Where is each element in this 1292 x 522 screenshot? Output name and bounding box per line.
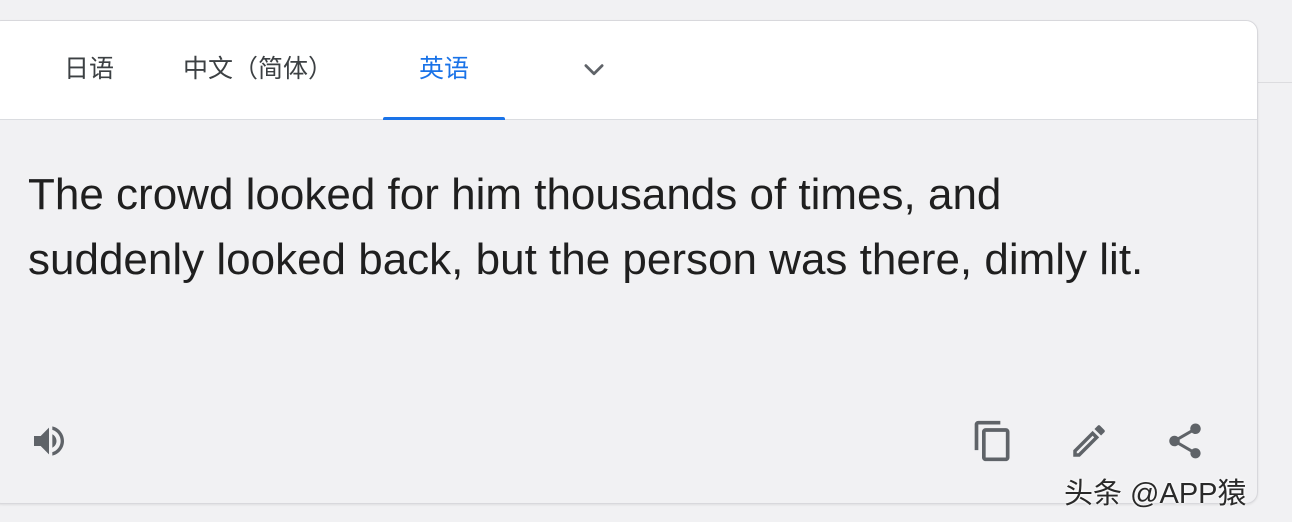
edit-translation-button[interactable] [1065,417,1113,465]
more-languages-button[interactable] [579,55,609,85]
tab-label: 中文（简体） [182,55,333,83]
tab-label: 日语 [63,55,114,83]
tab-english[interactable]: 英语 [383,21,505,120]
pencil-icon [1073,425,1105,457]
active-tab-indicator [383,117,505,120]
speaker-icon [34,426,64,456]
chevron-down-icon [584,64,604,76]
tab-japanese[interactable]: 日语 [55,21,123,119]
share-translation-button[interactable] [1161,417,1209,465]
tab-chinese-simplified[interactable]: 中文（简体） [177,21,339,119]
background-divider [1258,82,1292,83]
target-language-tabbar: 日语 中文（简体） 英语 [0,21,1257,120]
tab-label: 英语 [418,55,469,83]
share-icon [1169,423,1201,459]
source-watermark: 头条 @APP猿 [1064,478,1247,510]
listen-button[interactable] [25,417,73,465]
copy-translation-button[interactable] [969,417,1017,465]
translation-card: 日语 中文（简体） 英语 The crowd looked for him th… [0,20,1258,504]
translation-output-text: The crowd looked for him thousands of ti… [28,170,1144,284]
copy-icon [974,420,1010,462]
